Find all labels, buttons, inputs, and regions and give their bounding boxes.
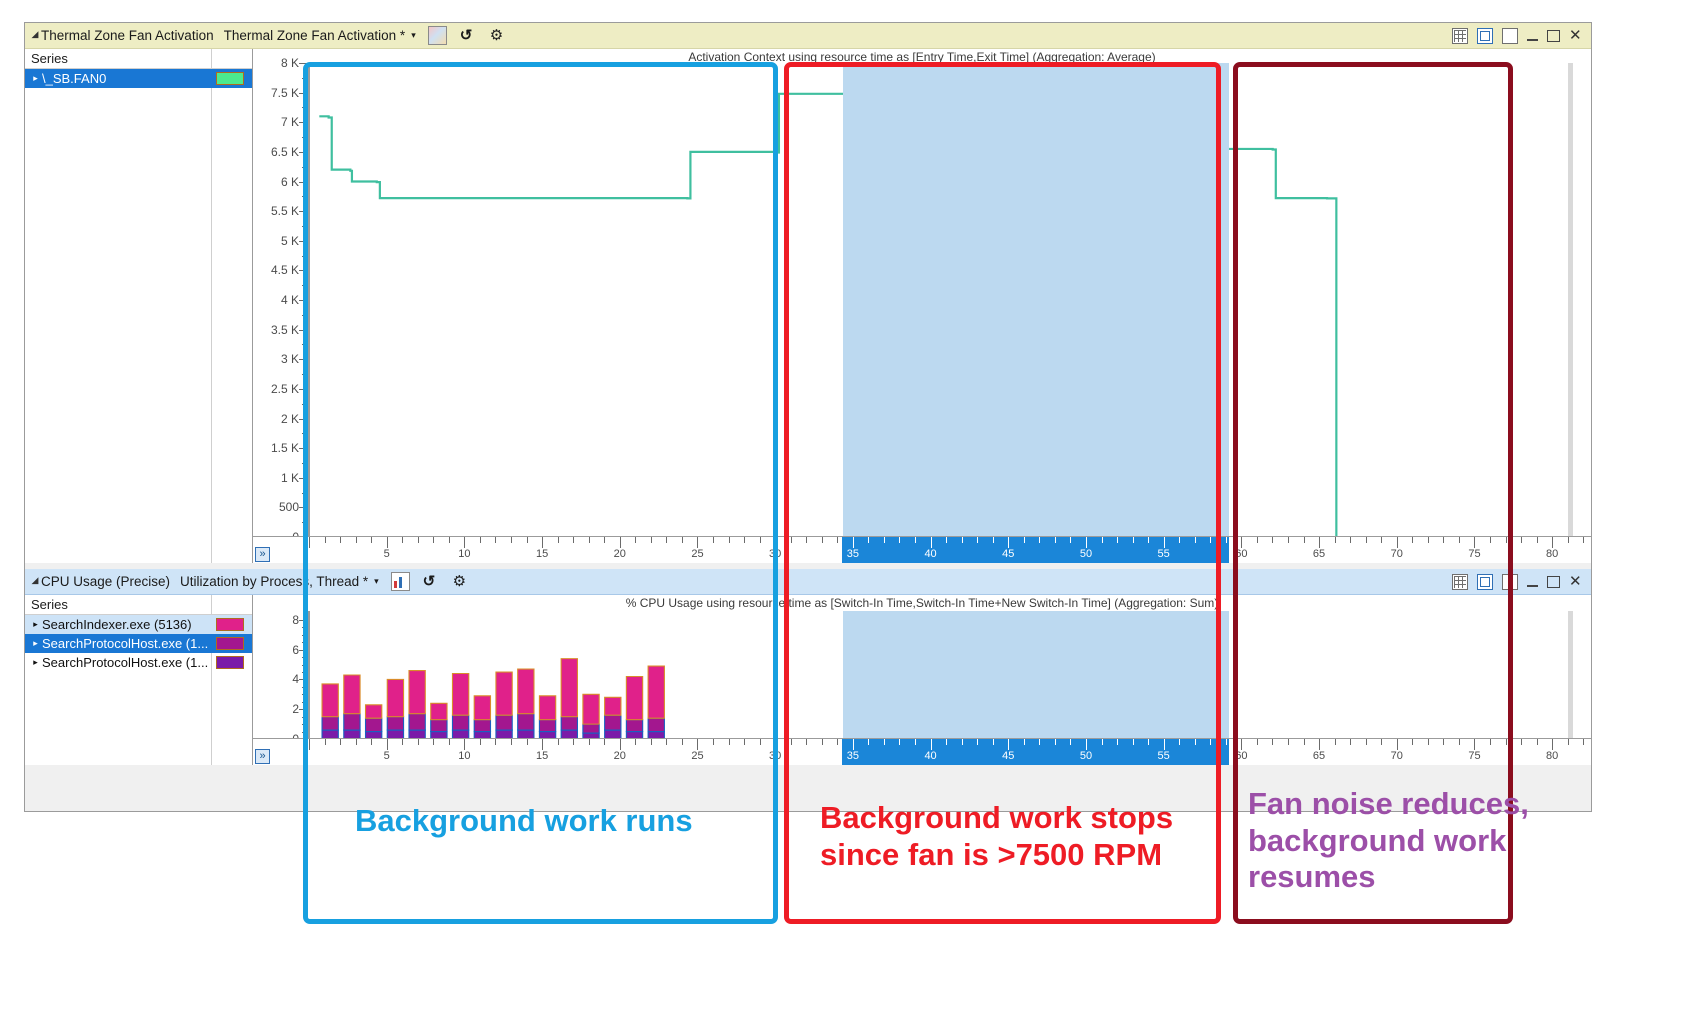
minimize-icon[interactable] bbox=[1527, 576, 1538, 587]
series-color-swatch bbox=[216, 618, 244, 631]
collapse-caret-icon[interactable]: ◢ bbox=[29, 29, 41, 40]
x-tick-label: 80 bbox=[1546, 750, 1559, 762]
x-tick-mark-minor bbox=[1225, 739, 1227, 745]
annotation-text-background-work-stops: Background work stops since fan is >7500… bbox=[820, 800, 1200, 873]
annotation-line-2: since fan is >7500 RPM bbox=[820, 836, 1163, 872]
panel-title-cpu: CPU Usage (Precise) bbox=[41, 574, 171, 589]
x-tick-mark-minor bbox=[1583, 739, 1585, 745]
series-pane-cpu: Series ▸ SearchIndexer.exe (5136) ▸ Sear… bbox=[25, 595, 253, 765]
y-tick-label: 4 K bbox=[280, 293, 299, 307]
y-tick-label: 4 bbox=[292, 672, 299, 687]
annotation-line-2: background work bbox=[1248, 822, 1507, 858]
x-tick-mark-minor bbox=[1521, 739, 1523, 745]
x-tick-mark-minor bbox=[1567, 739, 1569, 745]
cursor-line-cpu[interactable] bbox=[1568, 611, 1573, 739]
series-color-swatch bbox=[216, 656, 244, 669]
y-axis-cpu: 86420 bbox=[253, 611, 309, 746]
series-pane-thermal: Series ▸ \_SB.FAN0 bbox=[25, 49, 253, 563]
y-tick-label: 2 K bbox=[280, 411, 299, 426]
y-tick-label: 3.5 K bbox=[270, 322, 299, 337]
series-column-header-thermal: Series bbox=[25, 49, 252, 563]
square-icon[interactable] bbox=[1502, 27, 1518, 44]
y-tick-label: 6 bbox=[292, 642, 299, 657]
series-row-sb-fan0[interactable]: ▸ \_SB.FAN0 bbox=[25, 69, 252, 88]
collapse-caret-icon[interactable]: ◢ bbox=[29, 575, 41, 586]
y-tick-label: 7.5 K bbox=[270, 85, 299, 100]
annotation-box-background-work-stops bbox=[784, 62, 1221, 924]
expand-caret-icon[interactable]: ▸ bbox=[29, 638, 42, 649]
x-tick-mark-minor bbox=[1225, 537, 1227, 543]
column-divider[interactable] bbox=[211, 49, 212, 563]
y-tick-label: 8 bbox=[292, 612, 299, 627]
series-label: \_SB.FAN0 bbox=[42, 71, 107, 86]
expand-caret-icon[interactable]: ▸ bbox=[29, 73, 42, 84]
annotation-line-3: resumes bbox=[1248, 859, 1376, 895]
close-icon[interactable]: ✕ bbox=[1569, 574, 1583, 589]
y-tick-label: 3 K bbox=[280, 352, 299, 367]
x-tick-mark-minor bbox=[1583, 537, 1585, 543]
series-color-swatch bbox=[216, 637, 244, 650]
series-label: SearchProtocolHost.exe (1... bbox=[42, 636, 209, 651]
y-axis-ticks-thermal: 8 K 7.5 K 7 K 6.5 K 6 K 5.5 K 5 K 4.5 K 4 K 3.5 K… bbox=[253, 56, 309, 544]
annotation-text-background-work-runs: Background work runs bbox=[355, 803, 693, 838]
y-axis-thermal: 8 K 7.5 K 7 K 6.5 K 6 K 5.5 K 5 K 4.5 K 4 K 3.5 K… bbox=[253, 56, 309, 544]
expand-caret-icon[interactable]: ▸ bbox=[29, 619, 42, 630]
gear-icon[interactable]: ⚙ bbox=[490, 27, 507, 44]
minimize-icon[interactable] bbox=[1527, 30, 1538, 41]
annotation-line-1: Background work stops bbox=[820, 800, 1174, 835]
x-tick-label: 80 bbox=[1546, 548, 1559, 560]
maximize-icon[interactable] bbox=[1547, 575, 1560, 588]
panel-title-thermal: Thermal Zone Fan Activation bbox=[41, 28, 214, 43]
series-label: SearchIndexer.exe (5136) bbox=[42, 617, 192, 632]
y-tick-label: 5 K bbox=[280, 233, 299, 248]
y-tick-label: 500 bbox=[278, 500, 299, 515]
y-tick-label: 1 K bbox=[280, 470, 299, 485]
y-tick-label: 6.5 K bbox=[270, 144, 299, 159]
y-tick-label: 1.5 K bbox=[270, 441, 299, 456]
x-tick-mark-minor bbox=[1536, 537, 1538, 543]
y-tick-label: 6 K bbox=[280, 174, 299, 189]
chart-select-icon[interactable] bbox=[427, 26, 447, 45]
series-column-header-cpu: Series bbox=[25, 595, 252, 765]
series-color-swatch bbox=[216, 72, 244, 85]
series-row-searchprotocolhost-2[interactable]: ▸ SearchProtocolHost.exe (1... bbox=[25, 653, 252, 672]
annotation-box-background-work-runs bbox=[303, 62, 778, 924]
expand-graph-button-thermal[interactable]: » bbox=[255, 547, 270, 562]
panel-subtitle-thermal: Thermal Zone Fan Activation * bbox=[223, 28, 406, 43]
y-tick-label: 5.5 K bbox=[270, 204, 299, 219]
expand-caret-icon[interactable]: ▸ bbox=[29, 657, 42, 668]
close-icon[interactable]: ✕ bbox=[1569, 28, 1583, 43]
y-tick-label: 8 K bbox=[280, 56, 299, 70]
x-tick-mark-minor bbox=[1521, 537, 1523, 543]
x-tick-mark-minor bbox=[1567, 537, 1569, 543]
graph-icon[interactable] bbox=[1477, 27, 1493, 44]
y-tick-label: 2.5 K bbox=[270, 381, 299, 396]
series-header-label: Series bbox=[31, 51, 68, 66]
series-row-searchprotocolhost-1[interactable]: ▸ SearchProtocolHost.exe (1... bbox=[25, 634, 252, 653]
cursor-line-thermal[interactable] bbox=[1568, 63, 1573, 537]
series-row-searchindexer[interactable]: ▸ SearchIndexer.exe (5136) bbox=[25, 615, 252, 634]
annotation-line-1: Fan noise reduces, bbox=[1248, 786, 1529, 821]
expand-graph-button-cpu[interactable]: » bbox=[255, 749, 270, 764]
annotation-text-fan-noise-reduces: Fan noise reduces, background work resum… bbox=[1248, 786, 1538, 896]
x-tick-mark-major bbox=[1552, 739, 1554, 750]
maximize-icon[interactable] bbox=[1547, 29, 1560, 42]
window-buttons-thermal: ✕ bbox=[1452, 27, 1587, 44]
series-label: SearchProtocolHost.exe (1... bbox=[42, 655, 209, 670]
y-tick-label: 2 bbox=[292, 702, 299, 717]
search-icon[interactable]: ↺ bbox=[460, 27, 477, 44]
grid-icon[interactable] bbox=[1452, 27, 1468, 44]
x-tick-mark-minor bbox=[1536, 739, 1538, 745]
panel-header-thermal: ◢ Thermal Zone Fan Activation Thermal Zo… bbox=[25, 23, 1591, 49]
series-header-label: Series bbox=[31, 597, 68, 612]
x-tick-mark-major bbox=[1552, 537, 1554, 548]
y-tick-label: 7 K bbox=[280, 115, 299, 130]
y-axis-ticks-cpu: 86420 bbox=[253, 611, 309, 746]
y-tick-label: 4.5 K bbox=[270, 263, 299, 278]
chevron-down-icon[interactable]: ▾ bbox=[411, 30, 416, 41]
